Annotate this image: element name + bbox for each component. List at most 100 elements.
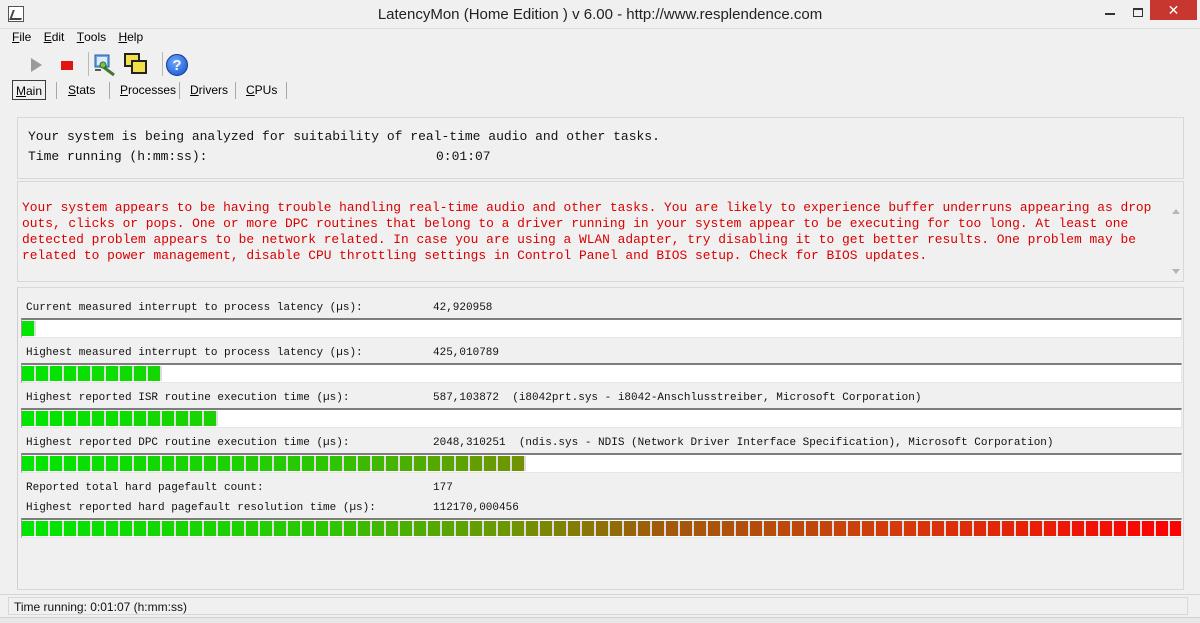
bar-segment <box>204 456 218 471</box>
play-icon[interactable] <box>24 52 50 78</box>
bar-segment <box>400 521 414 536</box>
analysis-status-panel: Your system is being analyzed for suitab… <box>17 117 1184 179</box>
bar-segment <box>554 521 568 536</box>
bar-segment <box>218 456 232 471</box>
bar-segment <box>190 456 204 471</box>
bar-segment <box>218 521 232 536</box>
menu-tools[interactable]: Tools <box>77 30 106 44</box>
tab-separator <box>56 82 57 99</box>
latency-bar <box>21 408 1182 428</box>
bar-segment <box>1030 521 1044 536</box>
bar-segment <box>1072 521 1086 536</box>
bar-segment <box>470 521 484 536</box>
help-icon: ? <box>166 54 188 76</box>
bar-segment <box>652 521 666 536</box>
bar-segment <box>974 521 988 536</box>
bar-segment <box>50 366 64 381</box>
bar-segment <box>414 456 428 471</box>
bar-segment <box>596 521 610 536</box>
bar-segment <box>64 411 78 426</box>
windows-icon[interactable] <box>123 52 149 78</box>
bar-segment <box>22 411 36 426</box>
bar-segment <box>1044 521 1058 536</box>
tab-processes[interactable]: Processes <box>120 80 176 100</box>
bar-segment <box>120 456 134 471</box>
metric-label: Current measured interrupt to process la… <box>26 302 363 314</box>
bar-segment <box>624 521 638 536</box>
bar-segment <box>708 521 722 536</box>
bar-segment <box>470 456 484 471</box>
bar-segment <box>176 411 190 426</box>
bar-segment <box>134 456 148 471</box>
close-button[interactable]: ✕ <box>1150 0 1197 20</box>
bar-segment <box>92 456 106 471</box>
minimize-button[interactable] <box>1096 3 1123 24</box>
tab-cpus[interactable]: CPUs <box>246 80 277 100</box>
bar-segment <box>64 366 78 381</box>
stop-icon[interactable] <box>56 52 82 78</box>
bar-segment <box>288 521 302 536</box>
bar-segment <box>960 521 974 536</box>
bar-segment <box>106 411 120 426</box>
tab-main[interactable]: Main <box>12 80 46 100</box>
bar-segment <box>456 456 470 471</box>
bar-segment <box>246 456 260 471</box>
bar-segment <box>274 456 288 471</box>
metric-label: Highest reported DPC routine execution t… <box>26 437 350 449</box>
bar-segment <box>260 456 274 471</box>
tab-separator <box>109 82 110 99</box>
bar-segment <box>1086 521 1100 536</box>
window-title: LatencyMon (Home Edition ) v 6.00 - http… <box>377 6 823 23</box>
scroll-down-icon[interactable] <box>1170 266 1181 277</box>
bar-segment <box>50 411 64 426</box>
bar-segment <box>736 521 750 536</box>
help-button[interactable]: ? <box>164 52 190 78</box>
bar-segment <box>344 456 358 471</box>
metric-value: 177 <box>433 482 453 494</box>
bar-segment <box>834 521 848 536</box>
bar-segment <box>540 521 554 536</box>
maximize-button[interactable] <box>1124 3 1151 24</box>
bar-segment <box>848 521 862 536</box>
bar-segment <box>932 521 946 536</box>
menu-file[interactable]: File <box>12 30 31 44</box>
bar-segment <box>680 521 694 536</box>
close-icon: ✕ <box>1167 2 1180 18</box>
bar-segment <box>176 456 190 471</box>
scroll-up-icon[interactable] <box>1170 206 1181 217</box>
time-running-label: Time running (h:mm:ss): <box>28 149 208 164</box>
bar-segment <box>1058 521 1072 536</box>
menu-help[interactable]: Help <box>118 30 143 44</box>
bar-segment <box>442 456 456 471</box>
bar-segment <box>764 521 778 536</box>
bar-segment <box>92 411 106 426</box>
metric-value: 112170,000456 <box>433 502 519 514</box>
bar-segment <box>232 521 246 536</box>
tab-stats[interactable]: Stats <box>68 80 95 100</box>
bar-segment <box>890 521 904 536</box>
bar-segment <box>92 366 106 381</box>
tab-separator <box>235 82 236 99</box>
bar-segment <box>36 521 50 536</box>
tab-drivers[interactable]: Drivers <box>190 80 228 100</box>
bar-segment <box>36 366 50 381</box>
bar-segment <box>358 456 372 471</box>
bar-segment <box>78 456 92 471</box>
menu-edit[interactable]: Edit <box>44 30 65 44</box>
menu-bar: File Edit Tools Help <box>12 30 152 48</box>
tool-icon[interactable] <box>92 52 118 78</box>
metric-value: 2048,310251 (ndis.sys - NDIS (Network Dr… <box>433 437 1054 449</box>
bar-segment <box>358 521 372 536</box>
bar-segment <box>344 521 358 536</box>
bar-segment <box>806 521 820 536</box>
bar-segment <box>22 521 36 536</box>
bar-segment <box>792 521 806 536</box>
bar-segment <box>22 366 36 381</box>
bar-segment <box>134 521 148 536</box>
toolbar-separator <box>88 52 89 76</box>
bar-segment <box>50 521 64 536</box>
bar-segment <box>162 456 176 471</box>
latency-bar <box>21 453 1182 473</box>
bar-segment <box>1170 521 1181 536</box>
bar-segment <box>148 411 162 426</box>
